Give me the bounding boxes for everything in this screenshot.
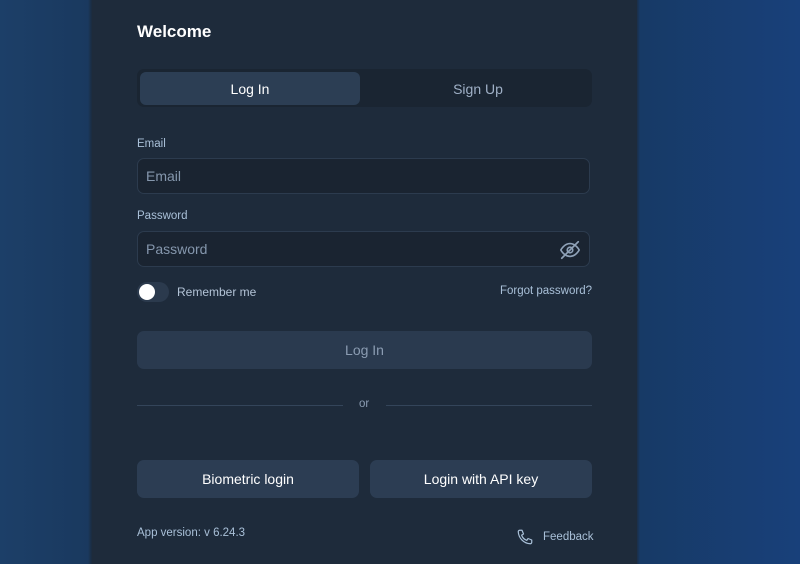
remember-me-label: Remember me <box>177 285 257 299</box>
remember-me-toggle[interactable] <box>137 282 169 302</box>
phone-icon <box>517 529 533 545</box>
email-field-wrapper <box>137 158 590 194</box>
auth-tabs: Log In Sign Up <box>137 69 592 107</box>
divider-left <box>137 405 343 406</box>
toggle-knob <box>139 284 155 300</box>
tab-sign-up[interactable]: Sign Up <box>368 72 588 105</box>
divider-right <box>386 405 592 406</box>
password-field-wrapper <box>137 231 590 267</box>
password-label: Password <box>137 210 188 222</box>
app-version: App version: v 6.24.3 <box>137 527 246 539</box>
log-in-button[interactable]: Log In <box>137 331 592 369</box>
tab-log-in[interactable]: Log In <box>140 72 360 105</box>
feedback-link[interactable]: Feedback <box>516 527 594 547</box>
eye-off-icon[interactable] <box>559 239 581 261</box>
password-field[interactable] <box>138 232 589 266</box>
api-key-login-button[interactable]: Login with API key <box>370 460 592 498</box>
email-label: Email <box>137 138 166 150</box>
page-title: Welcome <box>137 22 212 41</box>
email-field[interactable] <box>138 159 589 193</box>
forgot-password-link[interactable]: Forgot password? <box>500 285 592 297</box>
biometric-login-button[interactable]: Biometric login <box>137 460 359 498</box>
divider-or-text: or <box>359 398 370 410</box>
feedback-label: Feedback <box>543 531 594 543</box>
